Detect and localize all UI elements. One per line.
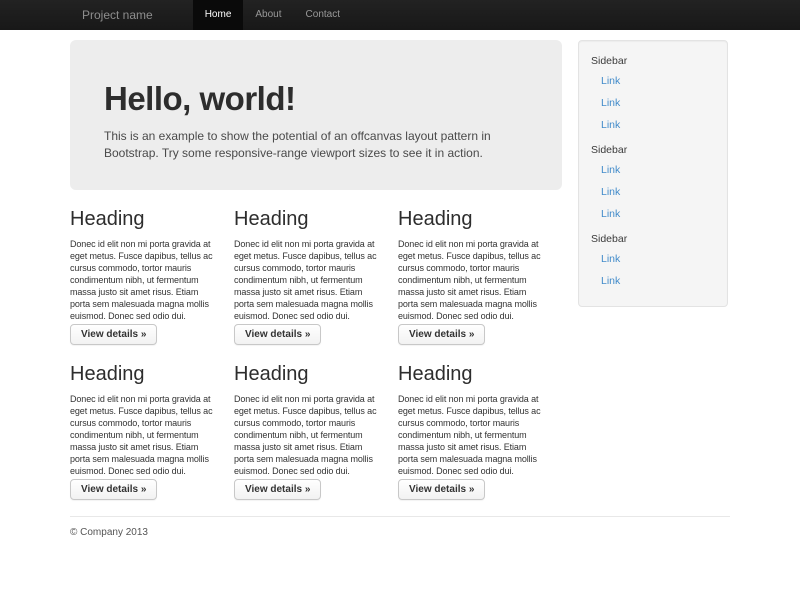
sidebar-section-title: Sidebar (591, 55, 715, 68)
view-details-button[interactable]: View details » (70, 324, 157, 345)
cards-row-1: Heading Donec id elit non mi porta gravi… (70, 190, 562, 345)
card-heading: Heading (398, 363, 548, 385)
card-4: Heading Donec id elit non mi porta gravi… (70, 345, 234, 500)
card-heading: Heading (70, 208, 220, 230)
card-body-text: Donec id elit non mi porta gravida at eg… (398, 393, 548, 477)
footer-divider (70, 516, 730, 517)
card-body-text: Donec id elit non mi porta gravida at eg… (234, 393, 384, 477)
card-heading: Heading (398, 208, 548, 230)
copyright-text: © Company 2013 (70, 527, 730, 538)
card-6: Heading Donec id elit non mi porta gravi… (398, 345, 562, 500)
view-details-button[interactable]: View details » (398, 324, 485, 345)
card-heading: Heading (234, 208, 384, 230)
card-body-text: Donec id elit non mi porta gravida at eg… (234, 238, 384, 322)
sidebar-link[interactable]: Link (591, 181, 715, 203)
sidebar-link[interactable]: Link (591, 92, 715, 114)
nav-item-about[interactable]: About (243, 0, 293, 30)
view-details-button[interactable]: View details » (234, 479, 321, 500)
jumbotron: Hello, world! This is an example to show… (70, 40, 562, 190)
sidebar: Sidebar Link Link Link Sidebar Link Link… (578, 40, 728, 500)
card-3: Heading Donec id elit non mi porta gravi… (398, 190, 562, 345)
sidebar-section-title: Sidebar (591, 144, 715, 157)
sidebar-well: Sidebar Link Link Link Sidebar Link Link… (578, 40, 728, 307)
main-content: Hello, world! This is an example to show… (70, 40, 562, 500)
navbar: Project name Home About Contact (0, 0, 800, 30)
sidebar-section-title: Sidebar (591, 233, 715, 246)
sidebar-link[interactable]: Link (591, 114, 715, 136)
card-body-text: Donec id elit non mi porta gravida at eg… (70, 393, 220, 477)
view-details-button[interactable]: View details » (234, 324, 321, 345)
hero-title: Hello, world! (104, 80, 528, 118)
card-heading: Heading (70, 363, 220, 385)
card-5: Heading Donec id elit non mi porta gravi… (234, 345, 398, 500)
sidebar-link[interactable]: Link (591, 203, 715, 225)
view-details-button[interactable]: View details » (70, 479, 157, 500)
card-heading: Heading (234, 363, 384, 385)
sidebar-link[interactable]: Link (591, 159, 715, 181)
card-1: Heading Donec id elit non mi porta gravi… (70, 190, 234, 345)
page-container: Hello, world! This is an example to show… (70, 30, 730, 538)
card-body-text: Donec id elit non mi porta gravida at eg… (70, 238, 220, 322)
view-details-button[interactable]: View details » (398, 479, 485, 500)
brand-link[interactable]: Project name (70, 0, 165, 30)
footer: © Company 2013 (70, 527, 730, 538)
sidebar-link[interactable]: Link (591, 70, 715, 92)
sidebar-link[interactable]: Link (591, 270, 715, 292)
nav-menu: Home About Contact (193, 0, 352, 30)
sidebar-link[interactable]: Link (591, 248, 715, 270)
column-gutter (562, 40, 578, 500)
card-body-text: Donec id elit non mi porta gravida at eg… (398, 238, 548, 322)
card-2: Heading Donec id elit non mi porta gravi… (234, 190, 398, 345)
cards-row-2: Heading Donec id elit non mi porta gravi… (70, 345, 562, 500)
nav-item-home[interactable]: Home (193, 0, 244, 30)
nav-item-contact[interactable]: Contact (294, 0, 352, 30)
offcanvas-row: Hello, world! This is an example to show… (70, 40, 730, 500)
navbar-inner: Project name Home About Contact (70, 0, 730, 30)
hero-text: This is an example to show the potential… (104, 128, 528, 162)
